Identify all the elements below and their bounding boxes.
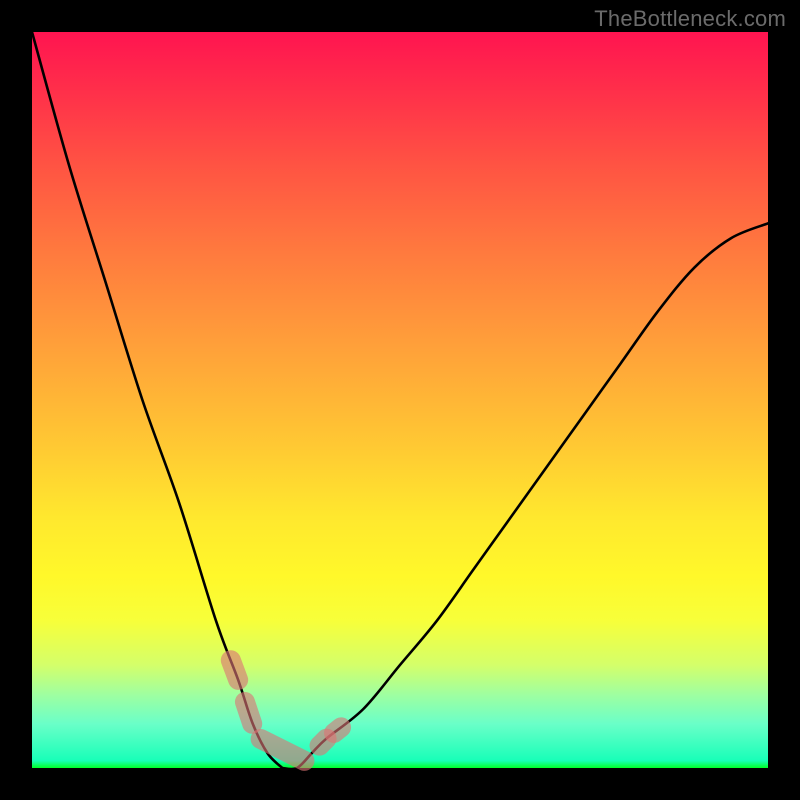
watermark-text: TheBottleneck.com [594, 6, 786, 32]
bottleneck-curve-left [32, 32, 282, 768]
plot-area [32, 32, 768, 768]
curve-layer [32, 32, 768, 768]
bottleneck-curve-right [282, 223, 768, 768]
chart-frame: TheBottleneck.com [0, 0, 800, 800]
